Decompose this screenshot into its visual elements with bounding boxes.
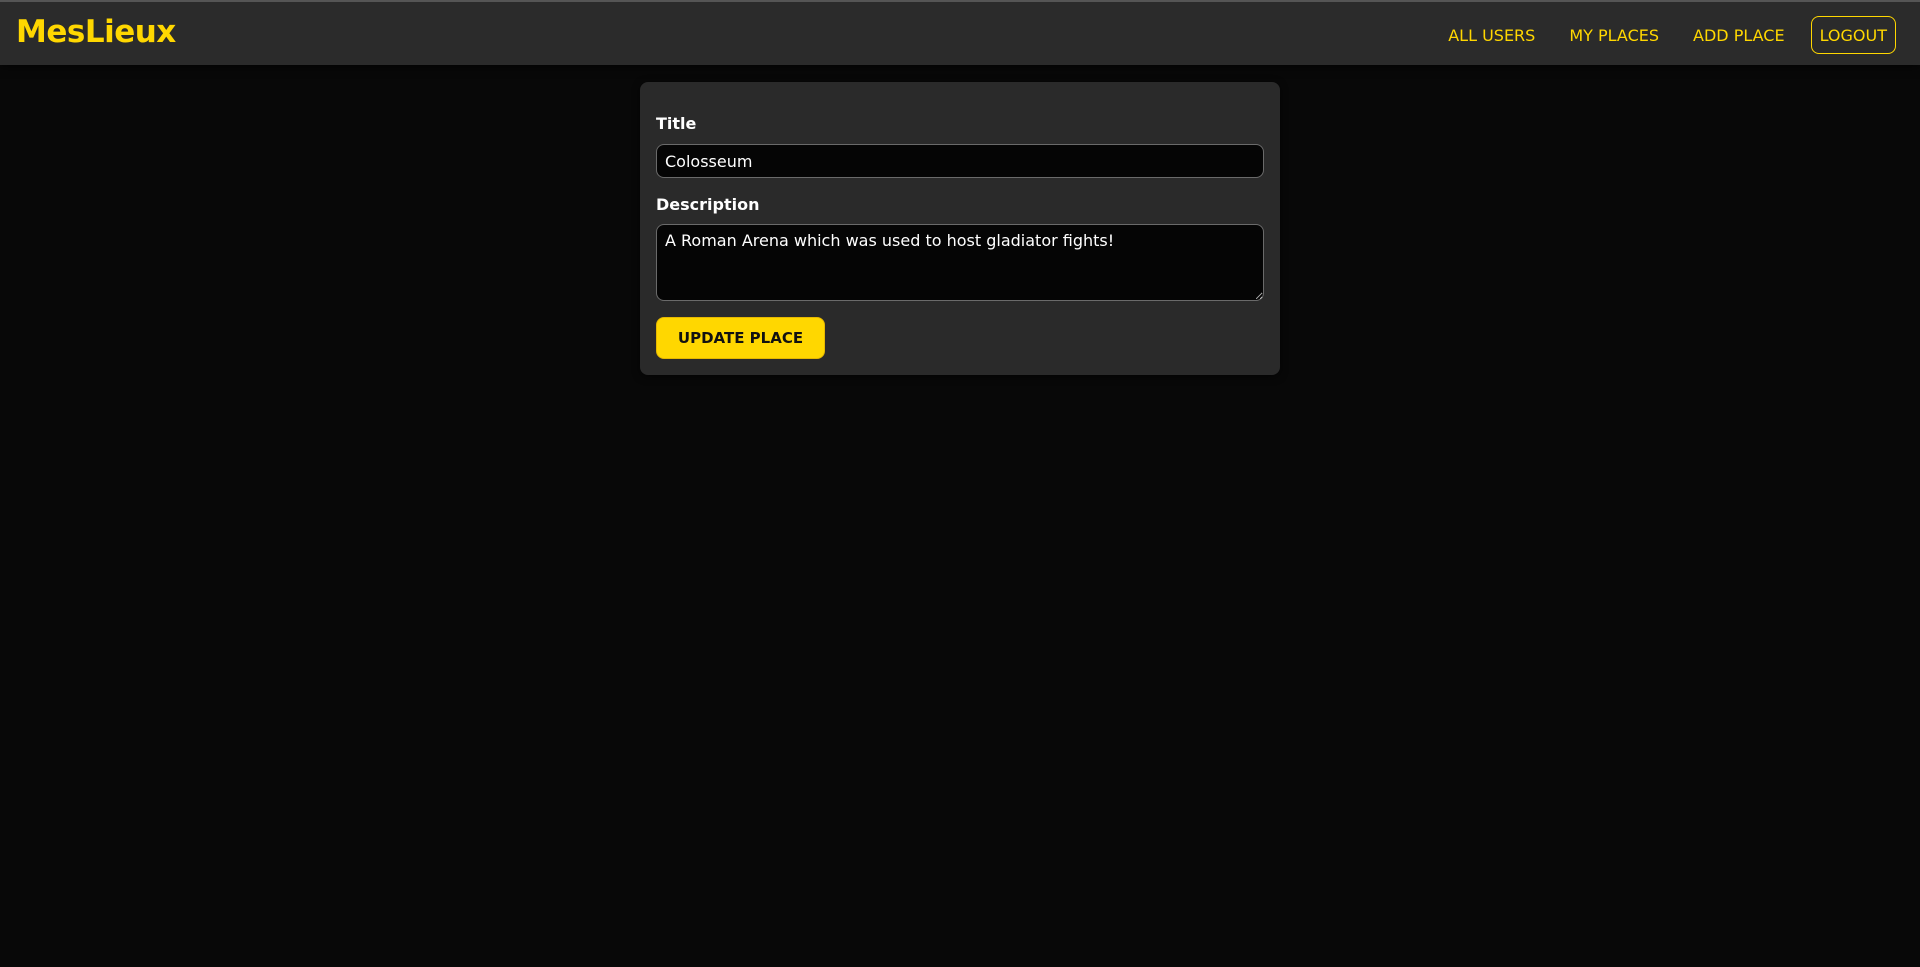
title-label: Title: [656, 114, 697, 133]
description-textarea[interactable]: A Roman Arena which was used to host gla…: [656, 224, 1264, 301]
update-place-form: Title Description A Roman Arena which wa…: [640, 82, 1280, 375]
description-label: Description: [656, 195, 760, 214]
nav-link-add-place[interactable]: ADD PLACE: [1693, 26, 1785, 45]
nav-link-my-places[interactable]: MY PLACES: [1569, 26, 1659, 45]
update-place-button[interactable]: UPDATE PLACE: [656, 317, 825, 359]
nav-link-all-users[interactable]: ALL USERS: [1448, 26, 1535, 45]
logout-button[interactable]: LOGOUT: [1810, 16, 1896, 54]
brand-logo-link[interactable]: MesLieux: [16, 14, 176, 50]
main-header: MesLieux ALL USERS MY PLACES ADD PLACE L…: [0, 0, 1920, 65]
main-nav: ALL USERS MY PLACES ADD PLACE LOGOUT: [1414, 15, 1896, 55]
title-input[interactable]: [656, 144, 1264, 178]
